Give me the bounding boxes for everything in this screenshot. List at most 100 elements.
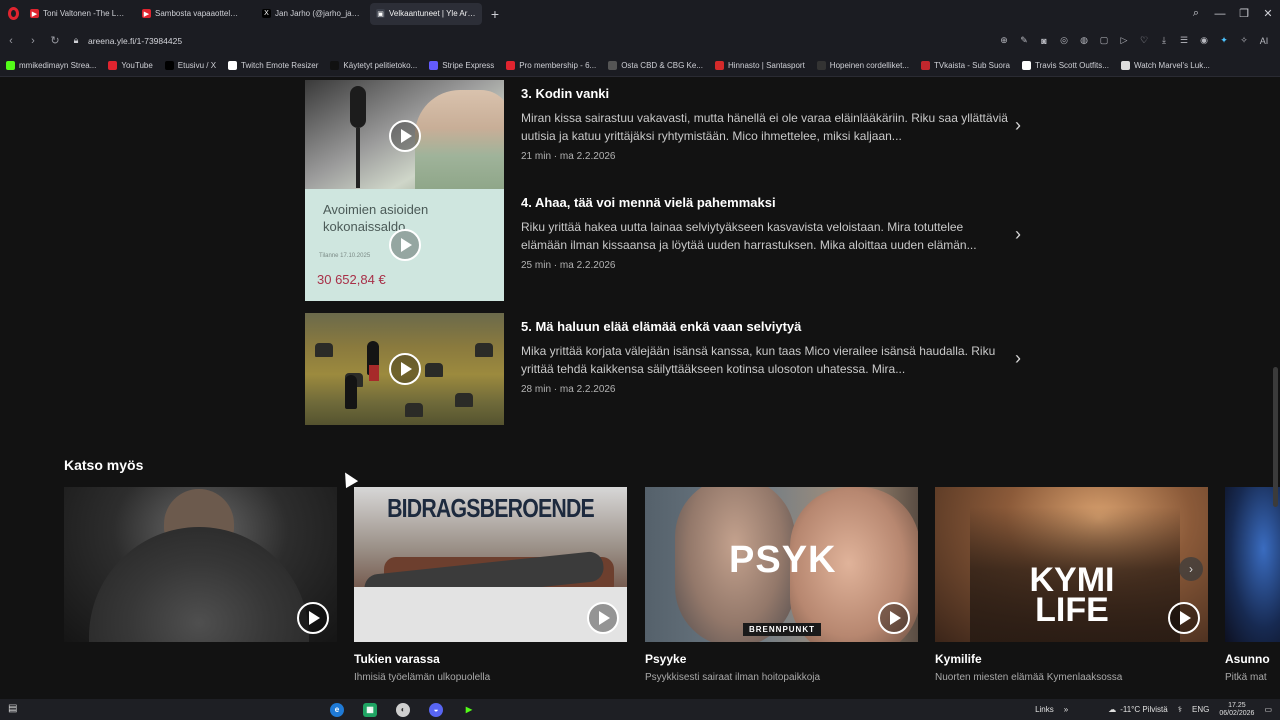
card-image[interactable]: PSYK BRENNPUNKT	[645, 487, 918, 642]
download-icon[interactable]: ⤓	[1154, 35, 1174, 46]
card-art-title: KYMI LIFE	[1029, 561, 1115, 629]
app-icon[interactable]: ▦	[363, 702, 377, 717]
tab-label: Velkaantuneet | Yle Areena	[389, 9, 476, 18]
episode-row[interactable]: 5. Mä haluun elää elämää enkä vaan selvi…	[305, 313, 1035, 425]
bookmark-item[interactable]: Käytetyt pelitietoko...	[330, 60, 417, 70]
bookmark-item[interactable]: Travis Scott Outfits...	[1022, 60, 1109, 70]
recommendation-card[interactable]	[64, 487, 337, 642]
w-icon	[1022, 60, 1031, 70]
links-label[interactable]: Links	[1035, 705, 1054, 714]
maximize-icon[interactable]: ❐	[1232, 7, 1256, 20]
heart-icon[interactable]: ♡	[1134, 35, 1154, 46]
bookmark-item[interactable]: Etusivu / X	[164, 60, 216, 70]
bookmark-item[interactable]: Hopeinen cordelliket...	[816, 60, 909, 70]
language-indicator[interactable]: ENG	[1192, 705, 1209, 714]
page-content: 3. Kodin vanki Miran kissa sairastuu vak…	[0, 77, 1280, 699]
chevron-right-icon[interactable]: ›	[1015, 115, 1021, 136]
clock[interactable]: 17.25 06/02/2026	[1219, 702, 1254, 718]
play-icon[interactable]	[389, 353, 421, 385]
card-title[interactable]: Psyyke	[645, 652, 918, 666]
back-icon[interactable]: ‹	[0, 35, 22, 47]
ai-icon[interactable]: AI	[1254, 36, 1274, 46]
camera-icon[interactable]: ◙	[1034, 36, 1054, 46]
menu-icon[interactable]: ☰	[1174, 35, 1194, 46]
play-icon[interactable]	[1168, 602, 1200, 634]
play-icon[interactable]	[878, 602, 910, 634]
tv-icon	[920, 60, 930, 70]
edit-icon[interactable]: ✎	[1014, 35, 1034, 46]
play-icon[interactable]	[389, 229, 421, 261]
overflow-icon[interactable]: »	[1064, 705, 1068, 714]
recommendation-card[interactable]: Asunno Pitkä mat	[1225, 487, 1280, 683]
edge-icon[interactable]: e	[330, 702, 344, 717]
tab-1[interactable]: ▶ Toni Valtonen -The Last D	[24, 3, 134, 25]
weather-text[interactable]: -11°C Pilvistä	[1120, 705, 1168, 714]
profile-icon[interactable]: ◉	[1194, 35, 1214, 46]
card-image[interactable]	[64, 487, 337, 642]
minimize-icon[interactable]: —	[1208, 8, 1232, 20]
app-icon[interactable]: ▶	[462, 703, 476, 717]
bookmark-item[interactable]: mmikedimayn Strea...	[6, 60, 96, 70]
zoom-icon[interactable]: ⊕	[994, 35, 1014, 46]
opera-logo-icon[interactable]	[2, 3, 24, 25]
tab-4-active[interactable]: ▣ Velkaantuneet | Yle Areena	[370, 2, 482, 25]
recommendation-card[interactable]: BIDRAGSBEROENDE Tukien varassa Ihmisiä t…	[354, 487, 627, 683]
bookmark-item[interactable]: Watch Marvel's Luk...	[1120, 60, 1210, 70]
aria-icon[interactable]: ✦	[1214, 35, 1234, 46]
episode-row[interactable]: 3. Kodin vanki Miran kissa sairastuu vak…	[305, 80, 1035, 192]
network-icon[interactable]: ⚕	[1178, 705, 1182, 714]
episode-title[interactable]: 3. Kodin vanki	[521, 86, 609, 101]
card-title[interactable]: Asunno	[1225, 652, 1280, 666]
lock-icon[interactable]: 🔒︎	[68, 35, 84, 46]
bookmark-item[interactable]: Osta CBD & CBG Ke...	[608, 60, 703, 70]
episode-thumbnail[interactable]	[305, 80, 504, 192]
new-tab-button[interactable]: +	[486, 5, 504, 23]
card-image[interactable]: KYMI LIFE ›	[935, 487, 1208, 642]
episode-meta: 25 min · ma 2.2.2026	[521, 260, 616, 271]
start-icon[interactable]: ▤	[8, 703, 17, 714]
episode-row[interactable]: Avoimien asioiden kokonaissaldo Tilanne …	[305, 189, 1035, 301]
gravestone-graphic	[405, 403, 423, 417]
bookmark-item[interactable]: Pro membership - 6...	[506, 60, 596, 70]
app-icon[interactable]: ◐	[396, 702, 410, 717]
close-icon[interactable]: ✕	[1256, 7, 1280, 20]
carousel-next-icon[interactable]: ›	[1179, 557, 1203, 581]
bookmark-item[interactable]: YouTube	[108, 60, 153, 70]
play-icon[interactable]	[587, 602, 619, 634]
episode-thumbnail[interactable]	[305, 313, 504, 425]
episode-thumbnail[interactable]: Avoimien asioiden kokonaissaldo Tilanne …	[305, 189, 504, 301]
bookmark-label: Travis Scott Outfits...	[1035, 60, 1109, 70]
discord-icon[interactable]: ◒	[429, 702, 443, 717]
forward-icon[interactable]: ›	[22, 35, 44, 47]
shield-icon[interactable]: ◍	[1074, 35, 1094, 46]
episode-title[interactable]: 5. Mä haluun elää elämää enkä vaan selvi…	[521, 319, 801, 334]
play-icon[interactable]	[297, 602, 329, 634]
page-scrollbar[interactable]	[1273, 367, 1278, 507]
bookmark-item[interactable]: Hinnasto | Santasport	[715, 60, 805, 70]
tab-2[interactable]: ▶ Sambosta vapaaotteluun	[136, 3, 248, 25]
gravestone-graphic	[455, 393, 473, 407]
search-icon[interactable]: ⌕	[1184, 7, 1208, 20]
notifications-icon[interactable]: ▭	[1264, 705, 1272, 714]
puzzle-icon[interactable]: ✧	[1234, 35, 1254, 46]
recommendation-card[interactable]: PSYK BRENNPUNKT Psyyke Psyykkisesti sair…	[645, 487, 918, 683]
chevron-right-icon[interactable]: ›	[1015, 348, 1021, 369]
episode-title[interactable]: 4. Ahaa, tää voi mennä vielä pahemmaksi	[521, 195, 776, 210]
weather-icon[interactable]: ☁	[1108, 705, 1116, 714]
bookmark-item[interactable]: TVkaista - Sub Suora	[920, 60, 1010, 70]
card-title[interactable]: Kymilife	[935, 652, 1208, 666]
reload-icon[interactable]: ↻	[44, 34, 66, 47]
bookmark-item[interactable]: Stripe Express	[429, 60, 494, 70]
url-field[interactable]: areena.yle.fi/1-73984425	[88, 36, 182, 46]
tab-3[interactable]: X Jan Jarho (@jarho_jan) / X	[256, 3, 368, 25]
card-image[interactable]: BIDRAGSBEROENDE	[354, 487, 627, 642]
card-image[interactable]	[1225, 487, 1280, 642]
chevron-right-icon[interactable]: ›	[1015, 224, 1021, 245]
player-icon[interactable]: ▷	[1114, 35, 1134, 46]
vpn-icon[interactable]: ◎	[1054, 35, 1074, 46]
play-icon[interactable]	[389, 120, 421, 152]
recommendation-card[interactable]: KYMI LIFE › Kymilife Nuorten miesten elä…	[935, 487, 1208, 683]
bookmark-item[interactable]: Twitch Emote Resizer	[228, 60, 318, 70]
extension-icon[interactable]: ▢	[1094, 35, 1114, 46]
card-title[interactable]: Tukien varassa	[354, 652, 627, 666]
